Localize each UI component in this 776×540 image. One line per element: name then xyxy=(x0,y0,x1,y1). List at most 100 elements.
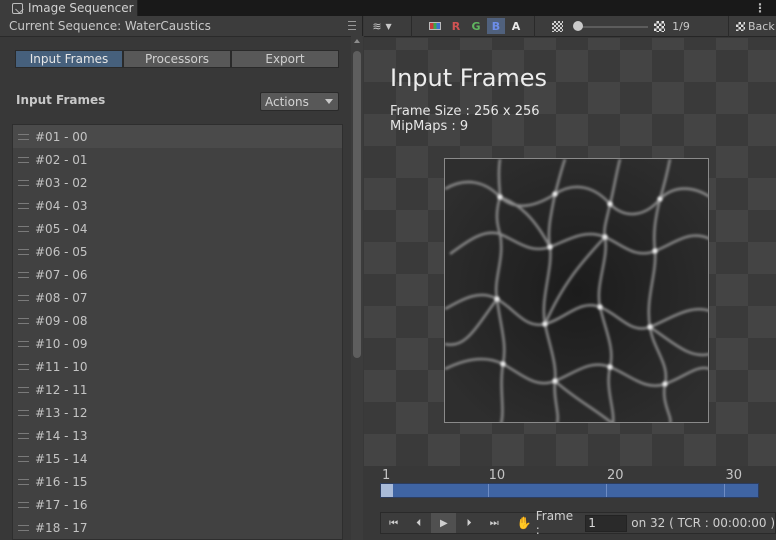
list-item-label: #17 - 16 xyxy=(35,497,88,512)
list-item[interactable]: #01 - 00 xyxy=(13,125,342,148)
window-tab[interactable]: Image Sequencer xyxy=(0,0,138,16)
timeline-tick-label: 1 xyxy=(382,468,391,483)
drag-handle-icon[interactable] xyxy=(18,133,29,140)
background-label: Back xyxy=(748,19,775,33)
frame-input[interactable] xyxy=(585,514,628,532)
list-item-label: #18 - 17 xyxy=(35,520,88,535)
list-item-label: #03 - 02 xyxy=(35,175,88,190)
drag-handle-icon[interactable] xyxy=(18,363,29,370)
drag-handle-icon[interactable] xyxy=(18,248,29,255)
current-sequence-bar: Current Sequence: WaterCaustics xyxy=(0,16,362,37)
timeline-track[interactable] xyxy=(380,483,759,498)
drag-handle-icon[interactable] xyxy=(18,455,29,462)
list-item[interactable]: #16 - 15 xyxy=(13,470,342,493)
list-item-label: #05 - 04 xyxy=(35,221,88,236)
list-item[interactable]: #03 - 02 xyxy=(13,171,342,194)
list-item[interactable]: #18 - 17 xyxy=(13,516,342,539)
preview-viewport[interactable]: Input Frames Frame Size : 256 x 256 MipM… xyxy=(364,38,776,466)
list-item[interactable]: #13 - 12 xyxy=(13,401,342,424)
tab-export[interactable]: Export xyxy=(231,50,339,68)
list-item[interactable]: #12 - 11 xyxy=(13,378,342,401)
drag-handle-icon[interactable] xyxy=(18,386,29,393)
list-item[interactable]: #17 - 16 xyxy=(13,493,342,516)
list-item[interactable]: #04 - 03 xyxy=(13,194,342,217)
left-panel: Current Sequence: WaterCaustics Input Fr… xyxy=(0,16,363,540)
previous-frame-button[interactable]: ⏴ xyxy=(406,513,431,533)
mip-slider-handle[interactable] xyxy=(573,21,583,31)
list-item-label: #12 - 11 xyxy=(35,382,88,397)
play-button[interactable]: ▶ xyxy=(431,513,457,533)
list-item-label: #11 - 10 xyxy=(35,359,88,374)
window-tab-title: Image Sequencer xyxy=(28,1,134,15)
chevron-down-icon xyxy=(325,99,333,104)
first-frame-button[interactable]: ⏮ xyxy=(381,513,406,533)
list-item-label: #04 - 03 xyxy=(35,198,88,213)
current-sequence-label: Current Sequence: WaterCaustics xyxy=(9,19,211,33)
layers-dropdown[interactable]: ≋ ▼ xyxy=(367,18,397,34)
actions-dropdown[interactable]: Actions xyxy=(260,92,339,111)
panel-tabs: Input Frames Processors Export xyxy=(15,50,339,68)
drag-hand-icon[interactable]: ✋ xyxy=(517,516,532,530)
last-frame-button[interactable]: ⏭ xyxy=(482,513,507,533)
list-item-label: #07 - 06 xyxy=(35,267,88,282)
toolbar-divider xyxy=(728,16,729,37)
frame-info: Frame Size : 256 x 256 MipMaps : 9 xyxy=(390,104,540,134)
frame-total-text: on 32 ( TCR : 00:00:00 ) xyxy=(631,516,776,530)
drag-handle-icon[interactable] xyxy=(18,501,29,508)
layers-icon: ≋ xyxy=(372,19,382,33)
next-frame-button[interactable]: ⏵ xyxy=(456,513,481,533)
list-item[interactable]: #09 - 08 xyxy=(13,309,342,332)
actions-label: Actions xyxy=(265,94,309,109)
scroll-up-icon[interactable] xyxy=(354,39,360,43)
list-item-label: #02 - 01 xyxy=(35,152,88,167)
list-item[interactable]: #02 - 01 xyxy=(13,148,342,171)
toolbar-divider xyxy=(534,16,535,37)
section-title: Input Frames xyxy=(16,93,106,107)
drag-handle-icon[interactable] xyxy=(18,202,29,209)
drag-handle-icon[interactable] xyxy=(18,225,29,232)
tab-processors[interactable]: Processors xyxy=(123,50,231,68)
list-item[interactable]: #14 - 13 xyxy=(13,424,342,447)
hamburger-icon[interactable] xyxy=(346,18,358,30)
caustics-pattern xyxy=(445,159,708,422)
list-item[interactable]: #10 - 09 xyxy=(13,332,342,355)
drag-handle-icon[interactable] xyxy=(18,478,29,485)
timeline-tick xyxy=(606,484,608,497)
drag-handle-icon[interactable] xyxy=(18,179,29,186)
channel-g-toggle[interactable]: G xyxy=(467,18,485,34)
drag-handle-icon[interactable] xyxy=(18,524,29,531)
background-toggle[interactable]: Back xyxy=(736,18,776,34)
drag-handle-icon[interactable] xyxy=(18,271,29,278)
toolbar-divider xyxy=(411,16,412,37)
list-item-label: #08 - 07 xyxy=(35,290,88,305)
frame-size-text: Frame Size : 256 x 256 xyxy=(390,104,540,119)
list-item-label: #06 - 05 xyxy=(35,244,88,259)
list-item[interactable]: #11 - 10 xyxy=(13,355,342,378)
tab-input-frames[interactable]: Input Frames xyxy=(15,50,123,68)
list-item-label: #15 - 14 xyxy=(35,451,88,466)
scrollbar-thumb[interactable] xyxy=(353,51,361,358)
drag-handle-icon[interactable] xyxy=(18,317,29,324)
rgb-swatch-icon[interactable] xyxy=(427,18,443,34)
list-item[interactable]: #07 - 06 xyxy=(13,263,342,286)
timeline: ⏮ ⏴ ▶ ⏵ ⏭ ✋ Frame : on 32 ( TCR : 00:00:… xyxy=(364,466,776,540)
mip-slider[interactable] xyxy=(578,26,648,28)
list-item[interactable]: #05 - 04 xyxy=(13,217,342,240)
channel-b-toggle[interactable]: B xyxy=(487,18,505,34)
drag-handle-icon[interactable] xyxy=(18,340,29,347)
list-item[interactable]: #08 - 07 xyxy=(13,286,342,309)
scrollbar[interactable] xyxy=(351,36,363,540)
list-item[interactable]: #06 - 05 xyxy=(13,240,342,263)
list-item[interactable]: #15 - 14 xyxy=(13,447,342,470)
channel-a-toggle[interactable]: A xyxy=(507,18,525,34)
drag-handle-icon[interactable] xyxy=(18,409,29,416)
list-item-label: #14 - 13 xyxy=(35,428,88,443)
checkerboard-icon xyxy=(736,21,745,31)
more-menu-icon[interactable]: ⋮ xyxy=(754,1,766,15)
drag-handle-icon[interactable] xyxy=(18,156,29,163)
channel-r-toggle[interactable]: R xyxy=(447,18,465,34)
timeline-current-frame[interactable] xyxy=(381,484,393,497)
drag-handle-icon[interactable] xyxy=(18,432,29,439)
mip-level-label: 1/9 xyxy=(672,19,690,33)
drag-handle-icon[interactable] xyxy=(18,294,29,301)
